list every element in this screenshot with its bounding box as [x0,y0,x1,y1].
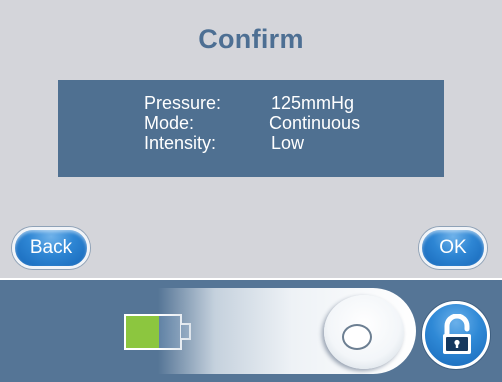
ok-button[interactable]: OK [419,227,487,269]
setting-label: Pressure: [144,93,222,113]
setting-row-mode: Mode: Continuous [58,113,444,133]
lock-button[interactable] [422,301,490,369]
setting-value: Low [271,133,305,153]
settings-summary-box: Pressure: 125mmHg Mode: Continuous Inten… [58,80,444,177]
setting-value: 125mmHg [271,93,355,113]
setting-label: Intensity: [144,133,217,153]
battery-level-fill [126,316,160,348]
slider-ring-icon [342,324,372,350]
confirm-panel: Confirm Pressure: 125mmHg Mode: Continuo… [0,0,502,278]
page-title: Confirm [198,24,304,54]
padlock-unlocked-icon [443,314,471,354]
setting-label: Mode: [144,113,195,133]
back-button[interactable]: Back [12,227,90,269]
setting-row-pressure: Pressure: 125mmHg [58,93,444,113]
setting-row-intensity: Intensity: Low [58,133,444,153]
confirm-screen: Confirm Pressure: 125mmHg Mode: Continuo… [0,0,502,382]
setting-value: Continuous [269,113,361,133]
